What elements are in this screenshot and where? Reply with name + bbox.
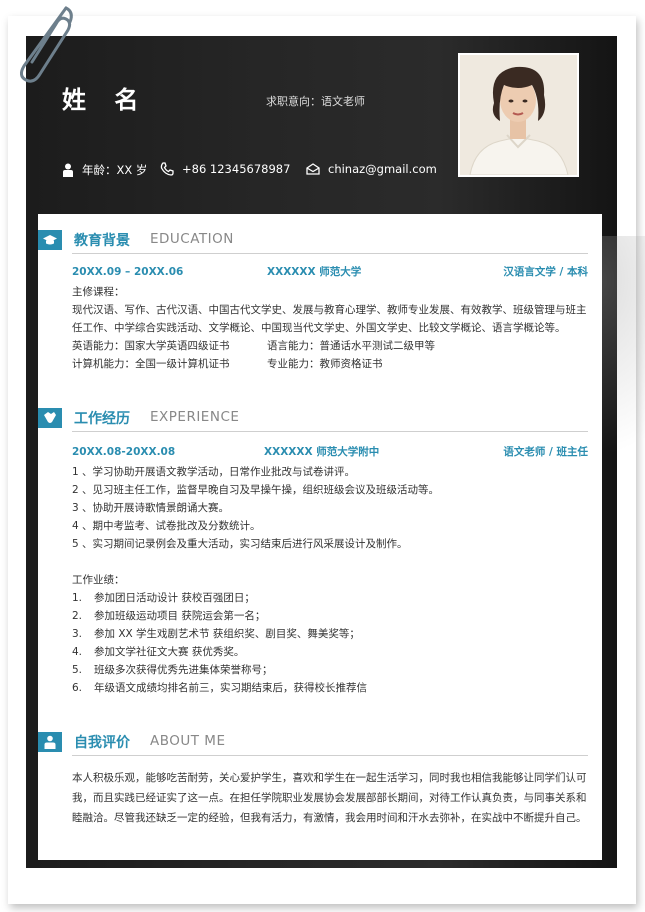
graduation-cap-icon: [38, 230, 62, 250]
duty-item: 2 、见习班主任工作，监督早晚自习及早操午操，组织班级会议及班级活动等。: [72, 484, 440, 496]
achievement-text: 年级语文成绩均排名前三，实习期结束后，获得校长推荐信: [94, 682, 367, 694]
education-title-en: EDUCATION: [150, 231, 234, 247]
achievement-text: 参加班级运动项目 获院运会第一名；: [94, 610, 266, 622]
contact-phone: +86 12345678987: [160, 162, 290, 176]
work-title-en: EXPERIENCE: [150, 409, 240, 425]
mail-icon: [306, 163, 320, 175]
duty-item: 1 、学习协助开展语文教学活动，日常作业批改与试卷讲评。: [72, 466, 356, 478]
section-work: 工作经历 EXPERIENCE: [38, 406, 602, 436]
contact-age: 年龄：XX 岁: [62, 162, 147, 178]
achievement-num: 3.: [72, 628, 83, 640]
achievement-num: 2.: [72, 610, 83, 622]
education-major: 汉语言文学 / 本科: [503, 266, 588, 278]
work-school: XXXXXX 师范大学附中: [264, 446, 380, 458]
work-title: 工作经历: [74, 411, 130, 427]
achievements-label: 工作业绩：: [72, 574, 125, 586]
email-text[interactable]: chinaz@gmail.com: [328, 162, 437, 176]
self-title: 自我评价: [74, 735, 130, 751]
person-info-icon: [38, 732, 62, 752]
courses-text: 现代汉语、写作、古代汉语、中国古代文学史、发展与教育心理学、教师专业发展、有效教…: [72, 304, 587, 334]
self-text-line: 我，而且实践已经证实了这一点。在担任学院职业发展协会发展部部长期间，对待工作认真…: [72, 792, 587, 804]
self-text-line: 睦融洽。尽管我还缺乏一定的经验，但我有活力，有激情，我会用时间和汗水去弥补，在实…: [72, 812, 587, 824]
cert-language: 语言能力：普通话水平测试二级甲等: [267, 340, 435, 352]
cert-computer: 计算机能力：全国一级计算机证书: [72, 358, 230, 370]
achievement-num: 4.: [72, 646, 83, 658]
profile-photo: [458, 53, 579, 177]
resume-content: 教育背景 EDUCATION 20XX.09 – 20XX.06 XXXXXX …: [38, 214, 602, 860]
phone-text[interactable]: +86 12345678987: [182, 162, 290, 176]
work-period: 20XX.08-20XX.08: [72, 446, 176, 458]
education-period: 20XX.09 – 20XX.06: [72, 266, 184, 278]
achievement-num: 5.: [72, 664, 83, 676]
duty-item: 4 、期中考监考、试卷批改及分数统计。: [72, 520, 261, 532]
education-title: 教育背景: [74, 233, 130, 249]
achievement-text: 参加文学社征文大赛 获优秀奖。: [94, 646, 245, 658]
achievement-num: 1.: [72, 592, 83, 604]
phone-icon: [160, 162, 174, 176]
job-intent: 求职意向：语文老师: [266, 95, 365, 108]
section-education: 教育背景 EDUCATION: [38, 228, 602, 258]
duty-item: 5 、实习期间记录例会及重大活动，实习结束后进行风采展设计及制作。: [72, 538, 408, 550]
person-icon: [63, 163, 73, 177]
work-role: 语文老师 / 班主任: [503, 446, 588, 458]
cert-profession: 专业能力：教师资格证书: [267, 358, 383, 370]
contact-email: chinaz@gmail.com: [306, 162, 437, 176]
paperclip-icon: [19, 6, 73, 83]
courses-label: 主修课程：: [72, 286, 125, 298]
cert-english: 英语能力：国家大学英语四级证书: [72, 340, 230, 352]
section-self: 自我评价 ABOUT ME: [38, 730, 602, 760]
divider: [72, 431, 588, 432]
achievement-text: 参加团日活动设计 获校百强团日；: [94, 592, 255, 604]
self-title-en: ABOUT ME: [150, 733, 226, 749]
age-text: 年龄：XX 岁: [82, 163, 148, 177]
achievement-text: 参加 XX 学生戏剧艺术节 获组织奖、剧目奖、舞美奖等；: [94, 628, 360, 640]
education-school: XXXXXX 师范大学: [267, 266, 362, 278]
self-text-line: 本人积极乐观，能够吃苦耐劳，关心爱护学生，喜欢和学生在一起生活学习，同时我也相信…: [72, 772, 587, 784]
handshake-icon: [38, 408, 62, 428]
divider: [72, 755, 588, 756]
achievement-text: 班级多次获得优秀先进集体荣誉称号；: [94, 664, 273, 676]
achievement-num: 6.: [72, 682, 83, 694]
divider: [72, 253, 588, 254]
duty-item: 3 、协助开展诗歌情景朗诵大赛。: [72, 502, 230, 514]
